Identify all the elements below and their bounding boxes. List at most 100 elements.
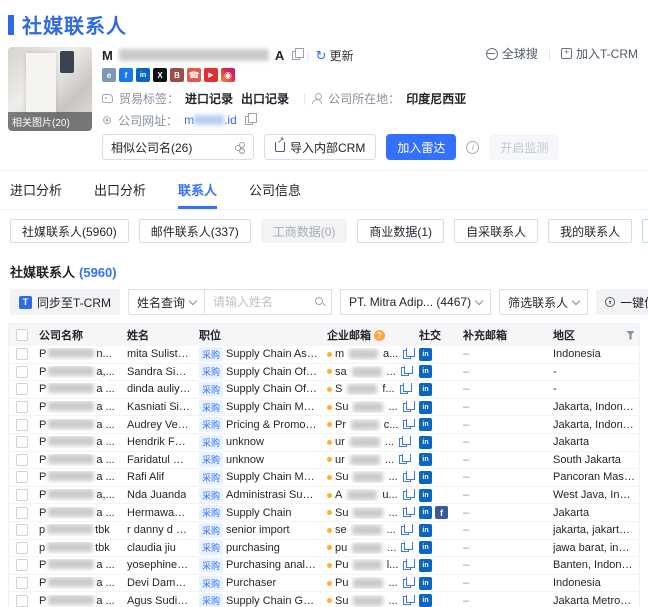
table-row[interactable]: Pa ... Kasniati Sinaga 采购 Supply Chain M… [9, 399, 639, 417]
copy-email-icon[interactable] [401, 541, 414, 553]
youtube-icon[interactable]: ▶ [204, 68, 218, 82]
similar-companies-button[interactable]: 相似公司名(26) [102, 134, 254, 160]
copy-email-icon[interactable] [398, 453, 411, 465]
linkedin-icon[interactable]: in [419, 400, 432, 414]
contact-tab-邮件联系人(337)[interactable]: 邮件联系人(337) [138, 219, 251, 243]
row-checkbox[interactable] [16, 577, 28, 590]
info-icon[interactable]: i [466, 140, 480, 154]
row-checkbox[interactable] [16, 453, 28, 466]
linkedin-icon[interactable]: in [419, 541, 432, 555]
linkedin-icon[interactable]: in [419, 506, 432, 520]
copy-website-icon[interactable] [244, 112, 257, 125]
sync-tcrm-button[interactable]: T 同步至T-CRM [10, 289, 120, 315]
row-checkbox[interactable] [16, 594, 28, 607]
table-row[interactable]: ptbk r danny d nurpat... 采购 senior impor… [9, 522, 639, 540]
row-checkbox[interactable] [16, 348, 28, 361]
linkedin-icon[interactable]: in [419, 347, 432, 361]
instagram-icon[interactable]: ◉ [221, 68, 235, 82]
x-icon[interactable]: X [153, 68, 167, 82]
table-row[interactable]: p tbk claudia jiu 采购 purchasing pu... in … [9, 540, 639, 558]
export-excel-button[interactable]: X 导出 Excel [642, 219, 648, 243]
help-icon[interactable]: ? [374, 329, 385, 341]
name-query-select[interactable]: 姓名查询 [128, 289, 205, 315]
linkedin-icon[interactable]: in [419, 576, 432, 590]
row-checkbox[interactable] [16, 418, 28, 431]
facebook-icon[interactable]: f [435, 506, 448, 520]
table-row[interactable]: Pa ... yosephine liviane 采购 Purchasing a… [9, 557, 639, 575]
copy-email-icon[interactable] [402, 506, 415, 518]
copy-email-icon[interactable] [399, 383, 412, 394]
linkedin-icon[interactable]: in [419, 470, 432, 484]
refresh-button[interactable]: ↻ 更新 [316, 47, 354, 64]
copy-email-icon[interactable] [398, 436, 411, 447]
row-checkbox[interactable] [16, 365, 28, 378]
row-checkbox[interactable] [16, 489, 28, 502]
tab-出口分析[interactable]: 出口分析 [94, 171, 146, 209]
import-crm-button[interactable]: 导入内部CRM [264, 134, 377, 160]
tab-进口分析[interactable]: 进口分析 [10, 171, 62, 209]
linkedin-icon[interactable]: in [419, 453, 432, 467]
table-row[interactable]: Pa ... Faridatul Hidzroh 采购 unknow ur...… [9, 452, 639, 470]
contact-filter-select[interactable]: 筛选联系人 [499, 289, 589, 315]
copy-email-icon[interactable] [403, 559, 415, 570]
row-checkbox[interactable] [16, 383, 28, 396]
copy-email-icon[interactable] [402, 471, 415, 482]
join-tcrm-button[interactable]: 加入T-CRM [561, 45, 638, 62]
linkedin-icon[interactable]: in [419, 418, 432, 432]
email-icon[interactable]: e [102, 68, 116, 82]
table-row[interactable]: Pa,... Sandra Sianipar 采购 Supply Chain O… [9, 364, 639, 382]
copy-email-icon[interactable] [403, 348, 415, 359]
monitor-button[interactable]: 开启监测 [489, 134, 560, 160]
linkedin-icon[interactable]: in [419, 382, 432, 396]
linkedin-icon[interactable]: in [419, 488, 432, 502]
contact-tab-工商数据(0)[interactable]: 工商数据(0) [260, 219, 348, 243]
contact-tab-商业数据(1)[interactable]: 商业数据(1) [357, 219, 445, 243]
copy-email-icon[interactable] [402, 401, 415, 412]
contact-tab-自采联系人[interactable]: 自采联系人 [454, 219, 539, 243]
phone-icon[interactable]: ☎ [187, 68, 201, 82]
table-row[interactable]: Pa ... Audrey Vellicia 采购 Pricing & Prom… [9, 416, 639, 434]
contact-tab-我的联系人[interactable]: 我的联系人 [548, 219, 633, 243]
row-checkbox[interactable] [16, 471, 28, 484]
table-row[interactable]: Pa ... dinda auliya adha 采购 Supply Chain… [9, 381, 639, 399]
linkedin-icon[interactable]: in [419, 365, 432, 379]
select-all-checkbox[interactable] [16, 329, 28, 341]
table-row[interactable]: Pa ... Rafi Alif 采购 Supply Chain Managem… [9, 469, 639, 487]
linkedin-icon[interactable]: in [419, 594, 432, 607]
row-checkbox[interactable] [16, 436, 28, 449]
region-filter-icon[interactable] [626, 330, 635, 340]
linkedin-icon[interactable]: in [419, 558, 432, 572]
row-checkbox[interactable] [16, 401, 28, 414]
table-row[interactable]: Pa ... Agus Sudiharjo 采购 Supply Chain Go… [9, 592, 639, 607]
table-row[interactable]: Pa ... Devi Damayanti 采购 Purchaser Pu...… [9, 575, 639, 593]
tab-公司信息[interactable]: 公司信息 [249, 171, 301, 209]
search-input[interactable] [204, 289, 333, 315]
global-search-button[interactable]: 全球搜 [485, 45, 538, 62]
company-photo[interactable]: 相关图片(20) [8, 47, 92, 131]
copy-company-name-icon[interactable] [292, 47, 305, 60]
copy-email-icon[interactable] [403, 418, 415, 430]
row-checkbox[interactable] [16, 506, 28, 519]
contact-tab-社媒联系人(5960)[interactable]: 社媒联系人(5960) [10, 219, 129, 243]
facebook-icon[interactable]: f [119, 68, 133, 82]
copy-email-icon[interactable] [400, 524, 413, 535]
linkedin-icon[interactable]: in [419, 523, 432, 537]
linkedin-icon[interactable]: in [419, 435, 432, 449]
blog-icon[interactable]: B [170, 68, 184, 82]
copy-email-icon[interactable] [400, 365, 413, 377]
add-radar-button[interactable]: 加入雷达 [386, 134, 457, 160]
quick-select-button[interactable]: 一键优选 [596, 289, 648, 315]
table-row[interactable]: Pn... mita Sulistyandari 采购 Supply Chain… [9, 346, 639, 364]
row-checkbox[interactable] [16, 524, 28, 537]
copy-email-icon[interactable] [402, 594, 415, 606]
website-link[interactable]: m .id [184, 113, 237, 127]
copy-email-icon[interactable] [402, 489, 415, 500]
table-row[interactable]: Pa ... Hermawan Sapu... 采购 Supply Chain … [9, 504, 639, 522]
table-row[interactable]: Pa,... Nda Juanda 采购 Administrasi Supply… [9, 487, 639, 505]
linkedin-icon[interactable]: in [136, 68, 150, 82]
row-checkbox[interactable] [16, 559, 28, 572]
table-row[interactable]: Pa ... Hendrik Fendi 采购 unknow ur... in … [9, 434, 639, 452]
tab-联系人[interactable]: 联系人 [178, 171, 218, 209]
row-checkbox[interactable] [16, 541, 28, 554]
company-filter-select[interactable]: PT. Mitra Adip... (4467) [340, 289, 492, 315]
